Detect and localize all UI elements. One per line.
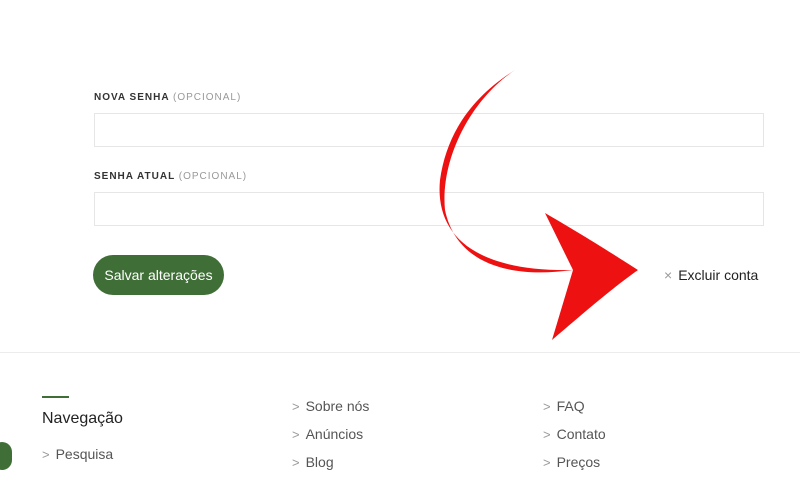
- chevron-right-icon: >: [292, 426, 300, 442]
- footer-link-blog[interactable]: > Blog: [292, 454, 334, 470]
- chevron-right-icon: >: [292, 398, 300, 414]
- nav-title-accent: [42, 396, 69, 398]
- chevron-right-icon: >: [42, 446, 50, 462]
- footer-divider: [0, 352, 800, 353]
- chevron-right-icon: >: [543, 454, 551, 470]
- footer-link-label: FAQ: [556, 398, 585, 414]
- chevron-right-icon: >: [292, 454, 300, 470]
- delete-account-link[interactable]: × Excluir conta: [664, 265, 758, 285]
- account-settings-page: NOVA SENHA (OPCIONAL) SENHA ATUAL (OPCIO…: [0, 0, 800, 500]
- chevron-right-icon: >: [543, 398, 551, 414]
- footer-link-label: Preços: [556, 454, 601, 470]
- close-icon: ×: [664, 267, 673, 283]
- delete-account-label: Excluir conta: [678, 267, 759, 283]
- footer-link-label: Sobre nós: [305, 398, 370, 414]
- current-password-optional: (OPCIONAL): [178, 171, 248, 182]
- footer-link-label: Blog: [305, 454, 334, 470]
- footer-link-precos[interactable]: > Preços: [543, 454, 600, 470]
- new-password-label-text: NOVA SENHA: [94, 92, 170, 103]
- footer-link-label: Anúncios: [305, 426, 364, 442]
- current-password-label: SENHA ATUAL (OPCIONAL): [94, 171, 247, 182]
- new-password-optional: (OPCIONAL): [172, 92, 242, 103]
- footer-link-anuncios[interactable]: > Anúncios: [292, 426, 363, 442]
- chat-bubble-icon[interactable]: [0, 442, 12, 470]
- footer-link-faq[interactable]: > FAQ: [543, 398, 585, 414]
- footer-link-pesquisa[interactable]: > Pesquisa: [42, 446, 113, 462]
- footer-link-sobre-nos[interactable]: > Sobre nós: [292, 398, 369, 414]
- footer-link-label: Contato: [556, 426, 606, 442]
- new-password-label: NOVA SENHA (OPCIONAL): [94, 92, 241, 103]
- current-password-label-text: SENHA ATUAL: [94, 171, 175, 182]
- chevron-right-icon: >: [543, 426, 551, 442]
- footer-link-contato[interactable]: > Contato: [543, 426, 606, 442]
- footer-nav-title: Navegação: [42, 410, 123, 427]
- save-changes-button[interactable]: Salvar alterações: [93, 255, 224, 295]
- current-password-input[interactable]: [94, 192, 764, 226]
- footer-link-label: Pesquisa: [55, 446, 114, 462]
- new-password-input[interactable]: [94, 113, 764, 147]
